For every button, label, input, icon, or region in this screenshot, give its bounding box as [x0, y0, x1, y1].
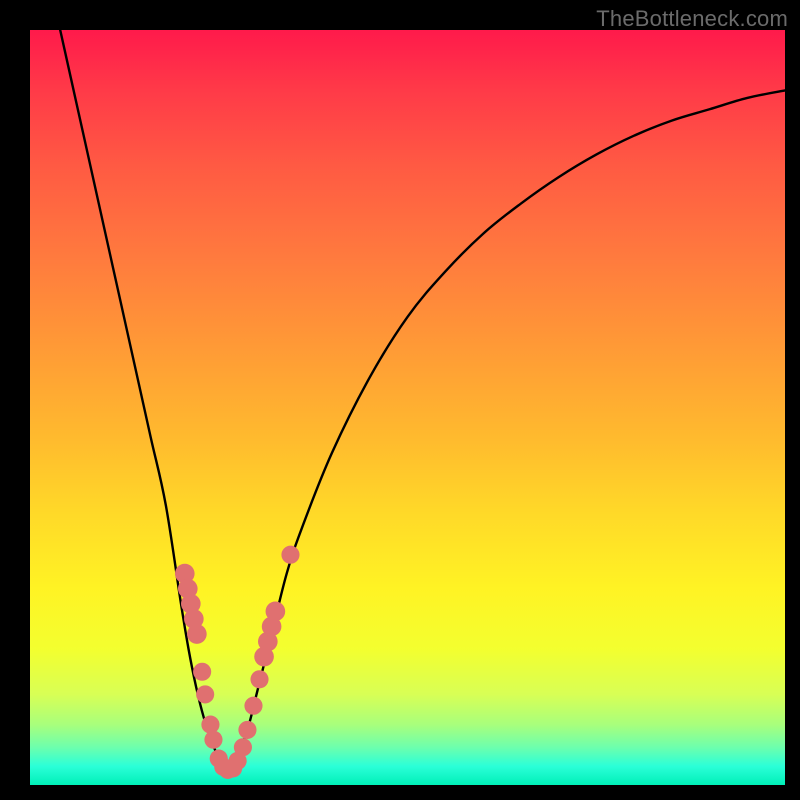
chart-stage: TheBottleneck.com — [0, 0, 800, 800]
marker-dot — [238, 721, 256, 739]
marker-dot — [204, 731, 222, 749]
curve-markers — [175, 546, 300, 779]
curve-right — [226, 90, 785, 770]
marker-dot — [250, 670, 268, 688]
marker-dot — [244, 697, 262, 715]
marker-dot — [187, 624, 207, 644]
marker-dot — [234, 738, 252, 756]
marker-dot — [201, 716, 219, 734]
curve-svg — [30, 30, 785, 785]
watermark-text: TheBottleneck.com — [596, 6, 788, 32]
plot-area — [30, 30, 785, 785]
marker-dot — [281, 546, 299, 564]
marker-dot — [266, 602, 286, 622]
marker-dot — [193, 663, 211, 681]
curve-left — [60, 30, 226, 770]
marker-dot — [196, 685, 214, 703]
